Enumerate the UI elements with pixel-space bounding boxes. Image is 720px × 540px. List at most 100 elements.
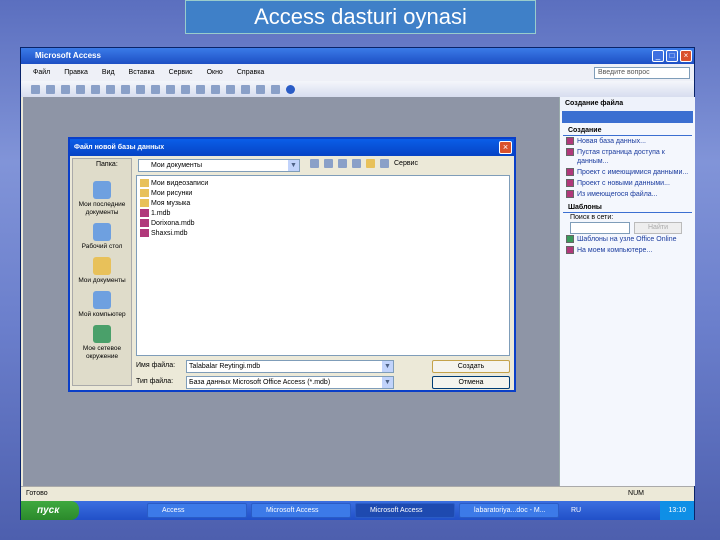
desktop-icon bbox=[93, 223, 111, 241]
network-icon bbox=[93, 325, 111, 343]
file-item[interactable]: Dorixona.mdb bbox=[140, 218, 506, 228]
back-icon[interactable] bbox=[310, 159, 319, 168]
delete-icon[interactable] bbox=[352, 159, 361, 168]
new-icon[interactable] bbox=[31, 84, 40, 94]
filename-input[interactable]: Talabalar Reytingi.mdb ▼ bbox=[186, 360, 394, 373]
folder-icon bbox=[93, 257, 111, 275]
search-icon[interactable] bbox=[76, 84, 85, 94]
views-icon[interactable] bbox=[380, 159, 389, 168]
file-item[interactable]: Моя музыка bbox=[140, 198, 506, 208]
paste-icon[interactable] bbox=[166, 84, 175, 94]
task-pane-nav[interactable] bbox=[562, 111, 693, 123]
look-in-select[interactable]: Мои документы ▼ bbox=[138, 159, 300, 172]
chevron-down-icon[interactable]: ▼ bbox=[382, 361, 393, 372]
places-bar: Мои последние документы Рабочий стол Мои… bbox=[72, 158, 132, 386]
online-templates-link[interactable]: Шаблоны на узле Office Online bbox=[560, 234, 695, 245]
window-title: Microsoft Access bbox=[21, 48, 694, 64]
filetype-label: Тип файла: bbox=[136, 378, 174, 385]
template-search-input[interactable] bbox=[570, 222, 630, 234]
menu-help[interactable]: Справка bbox=[237, 69, 264, 76]
start-button[interactable]: пуск bbox=[21, 501, 79, 520]
chevron-down-icon[interactable]: ▼ bbox=[382, 377, 393, 388]
taskbar-item-microsoft-access-2[interactable]: Microsoft Access bbox=[355, 503, 455, 518]
taskbar-item-word-doc[interactable]: labaratoriya...doc - M... bbox=[459, 503, 559, 518]
analyze-icon[interactable] bbox=[211, 84, 220, 94]
place-desktop[interactable]: Рабочий стол bbox=[73, 223, 131, 251]
file-list: Мои видеозаписи Мои рисунки Моя музыка 1… bbox=[136, 175, 510, 356]
language-indicator[interactable]: RU bbox=[563, 507, 589, 514]
look-in-label: Папка: bbox=[96, 161, 118, 168]
database-icon bbox=[140, 229, 149, 237]
filename-label: Имя файла: bbox=[136, 362, 176, 369]
taskbar-item-microsoft-access[interactable]: Microsoft Access bbox=[251, 503, 351, 518]
computer-icon bbox=[93, 291, 111, 309]
blank-page-link[interactable]: Пустая страница доступа к данным... bbox=[560, 147, 695, 167]
filetype-select[interactable]: База данных Microsoft Office Access (*.m… bbox=[186, 376, 394, 389]
folder-icon bbox=[140, 199, 149, 207]
copy-icon[interactable] bbox=[151, 84, 160, 94]
project-new-link[interactable]: Проект с новыми данными... bbox=[560, 178, 695, 189]
file-item[interactable]: Shaxsi.mdb bbox=[140, 228, 506, 238]
create-button[interactable]: Создать bbox=[432, 360, 510, 373]
properties-icon[interactable] bbox=[241, 84, 250, 94]
new-folder-icon[interactable] bbox=[366, 159, 375, 168]
save-icon[interactable] bbox=[61, 84, 70, 94]
dialog-close-button[interactable]: × bbox=[499, 141, 512, 154]
template-icon bbox=[566, 246, 574, 254]
from-existing-link[interactable]: Из имеющегося файла... bbox=[560, 189, 695, 200]
preview-icon[interactable] bbox=[106, 84, 115, 94]
web-search-icon[interactable] bbox=[338, 159, 347, 168]
undo-icon[interactable] bbox=[181, 84, 190, 94]
service-menu[interactable]: Сервис bbox=[394, 160, 418, 167]
project-icon bbox=[566, 168, 574, 176]
minimize-button[interactable]: _ bbox=[652, 50, 664, 62]
taskbar: пуск Access Microsoft Access Microsoft A… bbox=[21, 501, 694, 520]
task-pane: Создание файла Создание Новая база данны… bbox=[559, 97, 695, 486]
menu-file[interactable]: Файл bbox=[33, 69, 50, 76]
project-existing-link[interactable]: Проект с имеющимися данными... bbox=[560, 167, 695, 178]
menu-view[interactable]: Вид bbox=[102, 69, 115, 76]
my-computer-templates-link[interactable]: На моем компьютере... bbox=[560, 245, 695, 256]
globe-icon bbox=[566, 235, 574, 243]
folder-icon bbox=[140, 189, 149, 197]
place-my-computer[interactable]: Мой компьютер bbox=[73, 291, 131, 319]
create-header: Создание bbox=[563, 123, 692, 136]
dialog-toolbar: Сервис bbox=[310, 159, 418, 168]
taskbar-item-access-folder[interactable]: Access bbox=[147, 503, 247, 518]
chevron-down-icon[interactable]: ▼ bbox=[288, 160, 299, 171]
code-icon[interactable] bbox=[226, 84, 235, 94]
templates-header: Шаблоны bbox=[563, 200, 692, 213]
print-icon[interactable] bbox=[91, 84, 100, 94]
task-pane-title: Создание файла bbox=[560, 97, 695, 111]
file-item[interactable]: Мои рисунки bbox=[140, 188, 506, 198]
ask-question-input[interactable]: Введите вопрос bbox=[594, 67, 690, 79]
file-item[interactable]: Мои видеозаписи bbox=[140, 178, 506, 188]
menu-window[interactable]: Окно bbox=[207, 69, 223, 76]
database-icon bbox=[140, 209, 149, 217]
new-object-icon[interactable] bbox=[271, 84, 280, 94]
maximize-button[interactable]: □ bbox=[666, 50, 678, 62]
cancel-button[interactable]: Отмена bbox=[432, 376, 510, 389]
open-icon[interactable] bbox=[46, 84, 55, 94]
database-icon bbox=[140, 219, 149, 227]
menu-tools[interactable]: Сервис bbox=[169, 69, 193, 76]
menu-edit[interactable]: Правка bbox=[64, 69, 88, 76]
office-links-icon[interactable] bbox=[196, 84, 205, 94]
status-bar: Готово NUM bbox=[21, 486, 694, 501]
up-folder-icon[interactable] bbox=[324, 159, 333, 168]
place-my-documents[interactable]: Мои документы bbox=[73, 257, 131, 285]
relationships-icon[interactable] bbox=[256, 84, 265, 94]
close-button[interactable]: × bbox=[680, 50, 692, 62]
place-recent[interactable]: Мои последние документы bbox=[73, 181, 131, 217]
spelling-icon[interactable] bbox=[121, 84, 130, 94]
cut-icon[interactable] bbox=[136, 84, 145, 94]
find-button[interactable]: Найти bbox=[634, 222, 682, 234]
menu-insert[interactable]: Вставка bbox=[129, 69, 155, 76]
folder-icon bbox=[140, 179, 149, 187]
file-item[interactable]: 1.mdb bbox=[140, 208, 506, 218]
system-tray-clock: 13:10 bbox=[660, 501, 694, 520]
help-icon[interactable] bbox=[286, 84, 295, 94]
new-database-link[interactable]: Новая база данных... bbox=[560, 136, 695, 147]
place-network[interactable]: Мое сетевое окружение bbox=[73, 325, 131, 361]
toolbar bbox=[21, 81, 694, 97]
